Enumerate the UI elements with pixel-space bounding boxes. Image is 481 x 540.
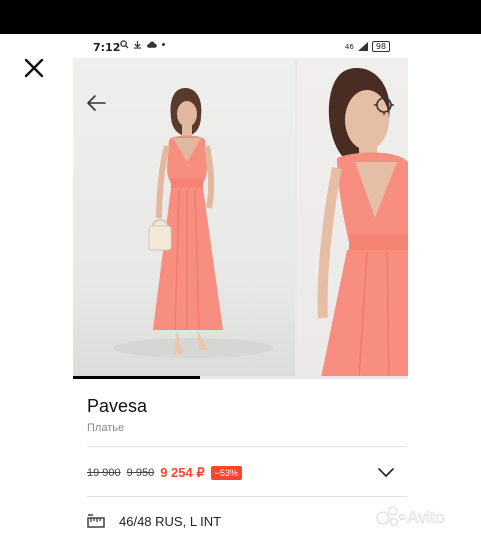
battery-indicator: 98 bbox=[371, 41, 390, 52]
size-ruler-icon bbox=[87, 514, 105, 528]
back-arrow-icon[interactable] bbox=[85, 92, 107, 114]
black-header-bar bbox=[0, 0, 481, 34]
current-price: 9 254 ₽ bbox=[160, 465, 205, 480]
divider bbox=[87, 446, 407, 447]
image-search-icon[interactable] bbox=[373, 94, 395, 116]
dot-status-icon bbox=[162, 43, 165, 46]
status-icons-left bbox=[120, 40, 166, 49]
old-price-original: 19 900 bbox=[87, 467, 121, 479]
product-category: Платье bbox=[87, 422, 125, 434]
old-price-previous: 9 950 bbox=[126, 467, 155, 479]
phone-screen: 7:12 46 98 Pavesa Платье 19 900 9 950 9 … bbox=[73, 34, 408, 540]
gallery-progress-bar bbox=[73, 376, 201, 379]
status-bar: 7:12 46 98 bbox=[73, 34, 408, 58]
cloud-status-icon bbox=[147, 41, 157, 48]
status-time: 7:12 bbox=[93, 41, 121, 54]
size-row: 46/48 RUS, L INT bbox=[87, 510, 407, 532]
signal-icon bbox=[357, 42, 368, 51]
network-indicator: 46 bbox=[344, 42, 354, 51]
close-icon[interactable] bbox=[22, 56, 46, 80]
download-status-icon bbox=[133, 40, 142, 49]
discount-badge: −53% bbox=[210, 466, 242, 480]
search-status-icon bbox=[120, 40, 129, 49]
photo-gallery[interactable] bbox=[73, 58, 408, 378]
avito-watermark-logo: Avito bbox=[376, 506, 445, 527]
product-brand: Pavesa bbox=[87, 396, 148, 416]
divider bbox=[87, 496, 407, 497]
avito-watermark-text: Avito bbox=[407, 508, 445, 527]
size-value: 46/48 RUS, L INT bbox=[119, 513, 222, 529]
chevron-down-icon[interactable] bbox=[377, 465, 395, 479]
status-icons-right: 46 98 bbox=[345, 41, 390, 52]
price-row: 19 900 9 950 9 254 ₽ −53% bbox=[87, 462, 407, 484]
